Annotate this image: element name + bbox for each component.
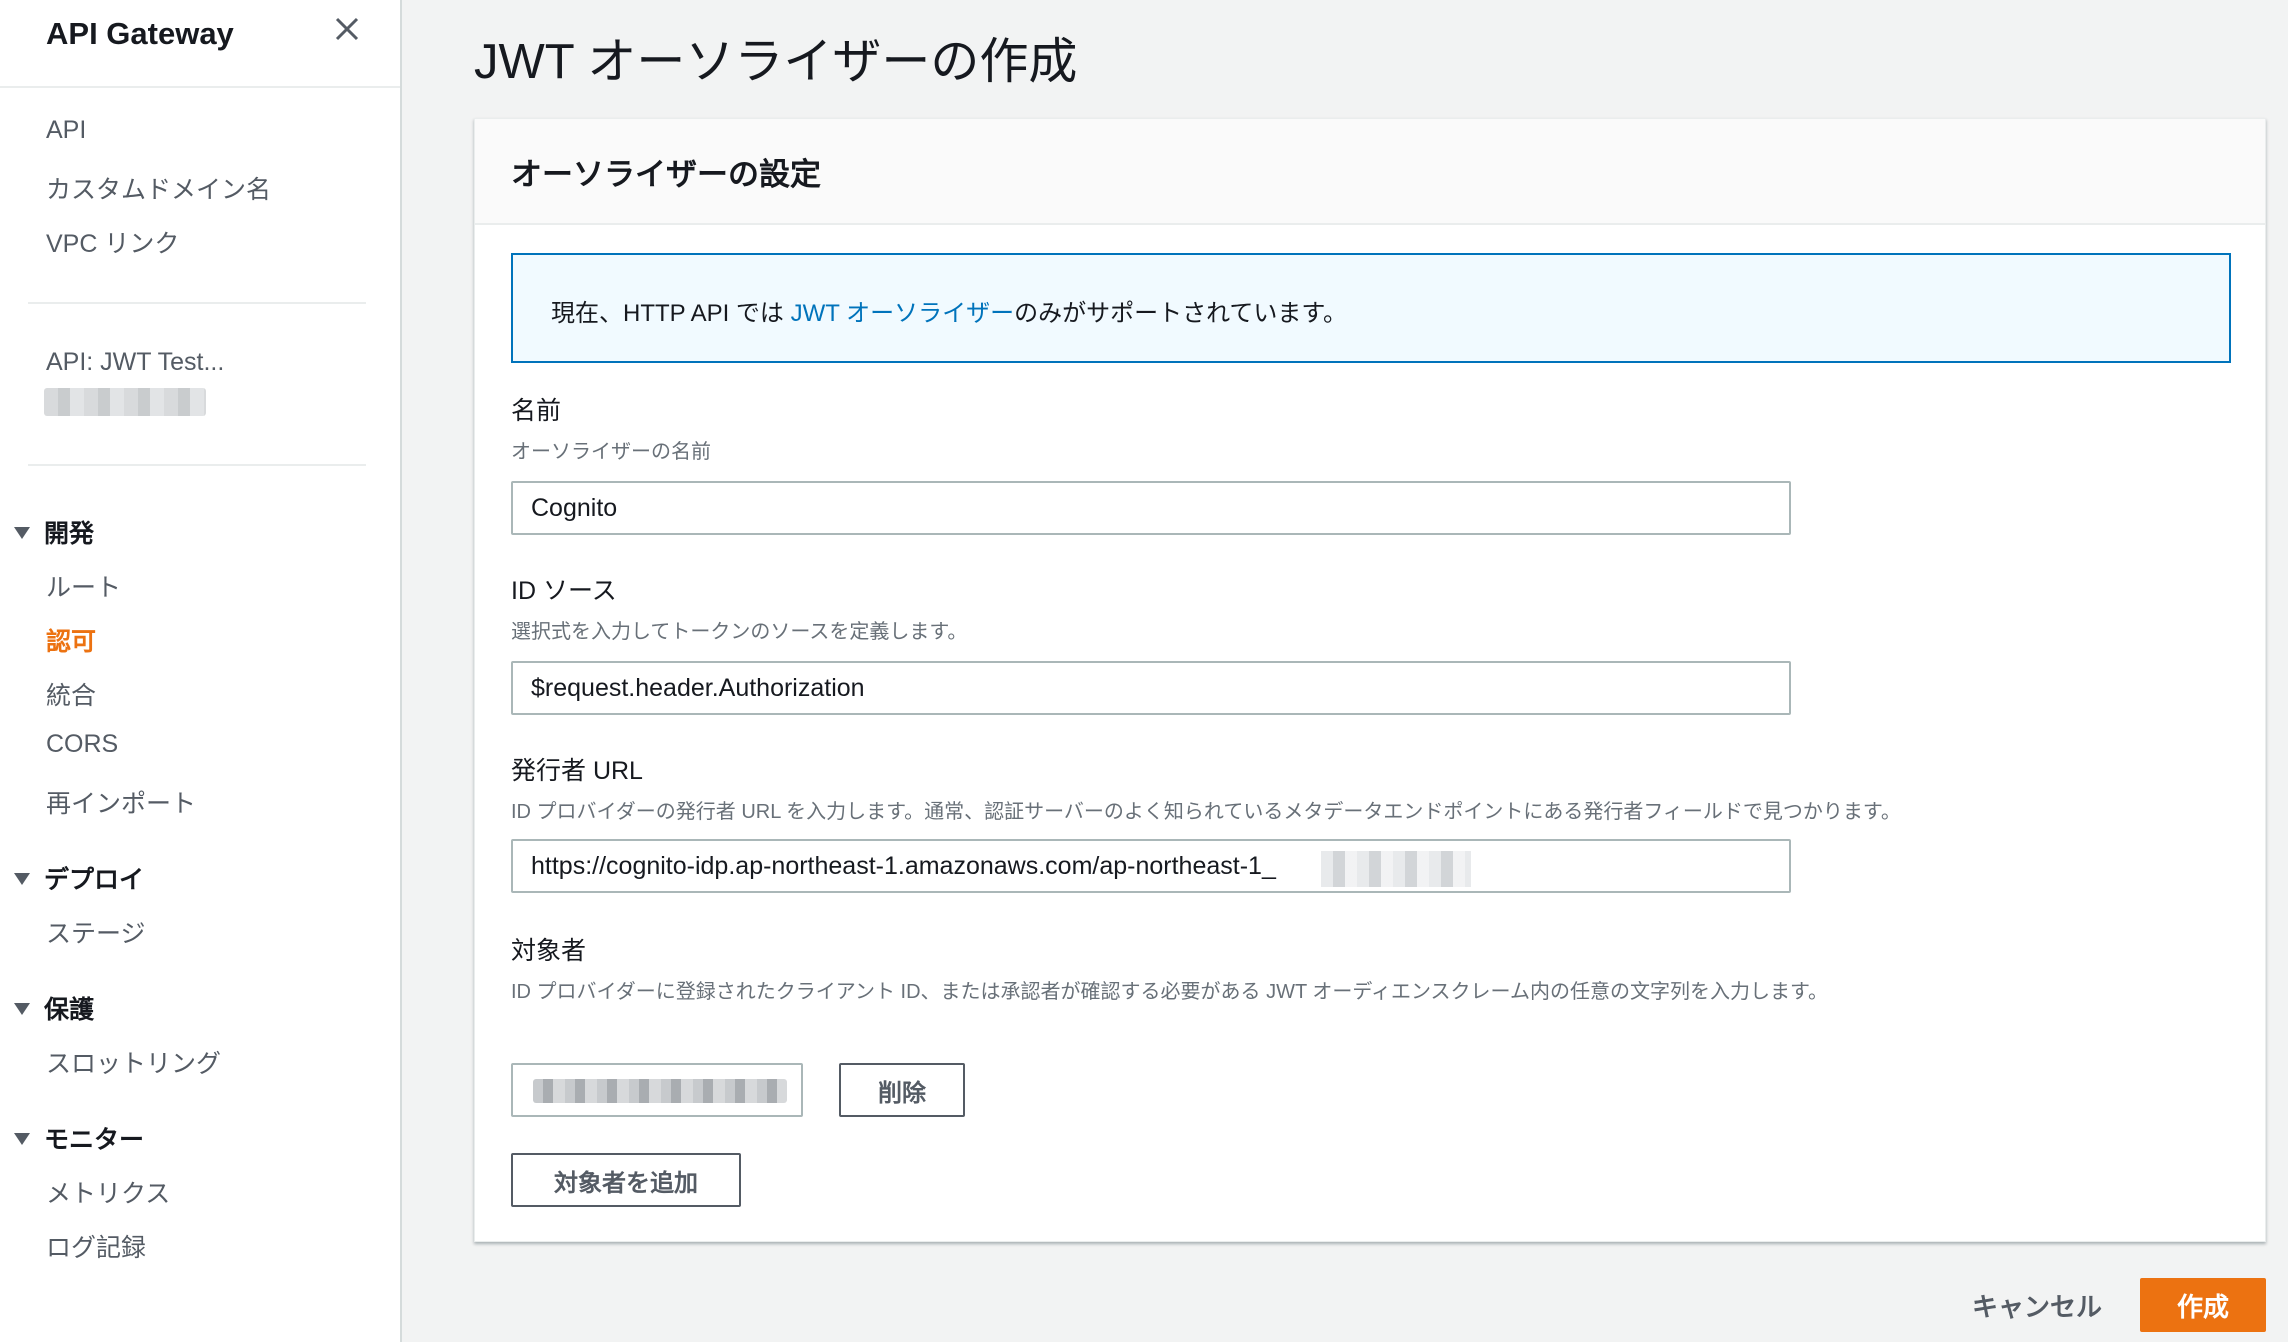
sidebar-group-monitor[interactable]: モニター xyxy=(14,1120,144,1156)
sidebar-group-label: 開発 xyxy=(44,520,95,548)
create-button[interactable]: 作成 xyxy=(2140,1278,2266,1332)
delete-audience-button[interactable]: 削除 xyxy=(839,1063,965,1117)
sidebar-item-reimport[interactable]: 再インポート xyxy=(46,784,196,820)
caret-down-icon xyxy=(14,527,30,540)
sidebar-item-throttling[interactable]: スロットリング xyxy=(46,1044,221,1080)
issuer-url-input[interactable] xyxy=(511,839,1791,893)
close-icon[interactable] xyxy=(330,12,364,46)
issuer-url-redacted xyxy=(1321,851,1471,887)
sidebar-group-label: 保護 xyxy=(44,996,95,1024)
jwt-authorizer-link[interactable]: JWT オーソライザー xyxy=(791,300,1015,327)
audience-input[interactable] xyxy=(511,1063,803,1117)
sidebar-item-custom-domain[interactable]: カスタムドメイン名 xyxy=(46,170,271,206)
sidebar-api-name: API: JWT Test... xyxy=(46,348,225,376)
sidebar-item-cors[interactable]: CORS xyxy=(46,730,118,759)
sidebar-item-stages[interactable]: ステージ xyxy=(46,914,146,950)
sidebar-api-id-redacted xyxy=(44,388,206,416)
cancel-button[interactable]: キャンセル xyxy=(1960,1280,2114,1330)
identity-source-description: 選択式を入力してトークンのソースを定義します。 xyxy=(511,621,968,643)
sidebar-group-label: デプロイ xyxy=(44,866,145,894)
caret-down-icon xyxy=(14,873,30,886)
sidebar-item-metrics[interactable]: メトリクス xyxy=(46,1174,170,1210)
sidebar-title: API Gateway xyxy=(46,16,234,51)
name-label: 名前 xyxy=(511,397,562,425)
sidebar-group-deploy[interactable]: デプロイ xyxy=(14,860,144,896)
sidebar-item-integrations[interactable]: 統合 xyxy=(46,676,96,712)
sidebar-item-vpc-link[interactable]: VPC リンク xyxy=(46,224,179,260)
app-root: API Gateway API カスタムドメイン名 VPC リンク API: J… xyxy=(0,0,2288,1342)
sidebar-item-authorization[interactable]: 認可 xyxy=(46,622,96,658)
caret-down-icon xyxy=(14,1133,30,1146)
panel-title: オーソライザーの設定 xyxy=(511,157,821,192)
issuer-url-description: ID プロバイダーの発行者 URL を入力します。通常、認証サーバーのよく知られ… xyxy=(511,801,1901,823)
audience-label: 対象者 xyxy=(511,937,587,965)
sidebar-group-develop[interactable]: 開発 xyxy=(14,514,94,550)
sidebar-item-api[interactable]: API xyxy=(46,116,86,145)
panel-header: オーソライザーの設定 xyxy=(475,119,2265,225)
sidebar-divider xyxy=(28,302,366,304)
sidebar-item-logging[interactable]: ログ記録 xyxy=(46,1228,146,1264)
info-suffix: のみがサポートされています。 xyxy=(1014,300,1348,327)
info-text: 現在、HTTP API では JWT オーソライザーのみがサポートされています。 xyxy=(551,293,1347,328)
page-title: JWT オーソライザーの作成 xyxy=(474,35,1078,89)
sidebar-header: API Gateway xyxy=(0,0,400,88)
audience-description: ID プロバイダーに登録されたクライアント ID、または承認者が確認する必要があ… xyxy=(511,981,1828,1003)
name-description: オーソライザーの名前 xyxy=(511,441,711,463)
sidebar: API Gateway API カスタムドメイン名 VPC リンク API: J… xyxy=(0,0,402,1342)
name-input[interactable] xyxy=(511,481,1791,535)
info-alert: 現在、HTTP API では JWT オーソライザーのみがサポートされています。 xyxy=(511,253,2231,363)
identity-source-input[interactable] xyxy=(511,661,1791,715)
issuer-url-label: 発行者 URL xyxy=(511,757,643,785)
identity-source-label: ID ソース xyxy=(511,577,617,605)
sidebar-group-protect[interactable]: 保護 xyxy=(14,990,94,1026)
info-prefix: 現在、HTTP API では xyxy=(551,300,791,327)
sidebar-item-routes[interactable]: ルート xyxy=(46,568,121,604)
add-audience-button[interactable]: 対象者を追加 xyxy=(511,1153,741,1207)
audience-value-redacted xyxy=(533,1079,787,1103)
caret-down-icon xyxy=(14,1003,30,1016)
sidebar-group-label: モニター xyxy=(44,1126,145,1154)
authorizer-settings-panel: オーソライザーの設定 現在、HTTP API では JWT オーソライザーのみが… xyxy=(474,118,2266,1242)
sidebar-divider xyxy=(28,464,366,466)
